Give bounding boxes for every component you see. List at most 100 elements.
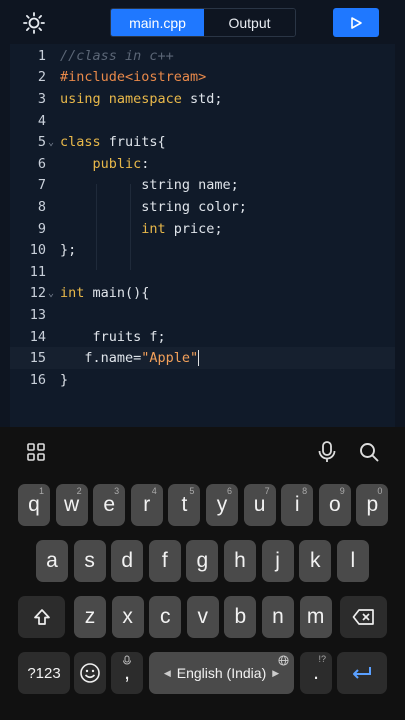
key-label: t	[181, 493, 188, 516]
key-k[interactable]: k	[299, 540, 332, 582]
key-label: a	[46, 549, 58, 572]
code-token: :	[141, 155, 150, 172]
enter-icon	[353, 667, 371, 679]
key-hint: 5	[189, 486, 195, 496]
code-line[interactable]: 7 string name;	[10, 175, 395, 197]
code-line[interactable]: 13	[10, 304, 395, 326]
key-u[interactable]: u7	[243, 484, 276, 526]
code-token: #include	[60, 69, 126, 86]
run-button[interactable]	[333, 8, 379, 37]
enter-key[interactable]	[337, 652, 387, 694]
key-f[interactable]: f	[148, 540, 181, 582]
code-token: };	[60, 242, 77, 259]
key-a[interactable]: a	[36, 540, 68, 582]
shift-key[interactable]	[18, 596, 65, 638]
key-i[interactable]: i8	[281, 484, 314, 526]
key-m[interactable]: m	[299, 596, 332, 638]
code-line[interactable]: 16}	[10, 369, 395, 391]
grid-icon[interactable]	[26, 442, 46, 462]
code-token: class	[60, 134, 109, 151]
top-bar: main.cpp Output	[0, 0, 405, 44]
line-number: 6	[37, 155, 46, 172]
keyboard-toolbar	[0, 427, 405, 477]
key-label: l	[350, 549, 356, 572]
key-x[interactable]: x	[111, 596, 144, 638]
code-line[interactable]: 12 ⌄ int main(){	[10, 283, 395, 305]
code-text: int main(){	[60, 285, 149, 301]
code-line[interactable]: 15 f.name="Apple"	[10, 347, 395, 369]
comma-key[interactable]: ,	[111, 652, 143, 694]
key-v[interactable]: v	[186, 596, 219, 638]
key-hint: 3	[114, 486, 120, 496]
play-icon	[351, 16, 362, 29]
key-h[interactable]: h	[224, 540, 256, 582]
key-b[interactable]: b	[224, 596, 257, 638]
code-line[interactable]: 10};	[10, 239, 395, 261]
code-token: f.name=	[60, 350, 142, 367]
fold-arrow-icon[interactable]: ⌄	[46, 137, 60, 148]
emoji-key[interactable]	[74, 652, 106, 694]
code-token: int	[141, 220, 166, 237]
code-line[interactable]: 6 public:	[10, 153, 395, 175]
code-text: f.name="Apple"	[60, 350, 200, 367]
line-number: 3	[37, 90, 46, 107]
key-e[interactable]: e3	[93, 484, 126, 526]
code-token: std;	[190, 90, 223, 107]
key-w[interactable]: w2	[55, 484, 88, 526]
sun-icon[interactable]	[22, 11, 46, 35]
code-line[interactable]: 4	[10, 110, 395, 132]
code-token: fruits f;	[60, 328, 166, 345]
key-label: h	[234, 549, 246, 572]
key-g[interactable]: g	[186, 540, 219, 582]
code-token: //class in c++	[60, 47, 174, 64]
key-d[interactable]: d	[111, 540, 144, 582]
fold-arrow-icon[interactable]: ⌄	[46, 288, 60, 299]
key-z[interactable]: z	[74, 596, 106, 638]
key-label: i	[294, 493, 300, 516]
key-j[interactable]: j	[261, 540, 294, 582]
code-token: <iostream>	[125, 69, 207, 86]
code-editor[interactable]: 1 //class in c++ 2 #include<iostream> 3 using…	[10, 44, 395, 427]
line-number: 4	[37, 112, 46, 129]
tab-main-cpp[interactable]: main.cpp	[111, 9, 204, 36]
tab-output[interactable]: Output	[204, 9, 295, 36]
code-text: #include<iostream>	[60, 69, 206, 85]
code-line[interactable]: 2 #include<iostream>	[10, 67, 395, 89]
code-line[interactable]: 14 fruits f;	[10, 326, 395, 348]
code-line[interactable]: 1 //class in c++	[10, 45, 395, 67]
search-icon[interactable]	[358, 441, 380, 463]
code-text: int price;	[60, 220, 222, 237]
key-hint: !?	[318, 654, 326, 664]
backspace-key[interactable]	[340, 596, 387, 638]
code-line[interactable]: 8 string color;	[10, 196, 395, 218]
key-l[interactable]: l	[336, 540, 369, 582]
key-label: n	[272, 605, 284, 628]
space-key[interactable]: ◀ English (India) ▶	[149, 652, 294, 694]
key-c[interactable]: c	[149, 596, 182, 638]
symbols-key[interactable]: ?123	[18, 652, 70, 694]
key-label: p	[366, 493, 379, 516]
line-number: 10	[29, 242, 46, 259]
key-n[interactable]: n	[262, 596, 294, 638]
code-line[interactable]: 9 int price;	[10, 218, 395, 240]
code-line[interactable]: 5 ⌄ class fruits{	[10, 131, 395, 153]
code-text: }	[60, 372, 68, 388]
code-line[interactable]: 11	[10, 261, 395, 283]
file-tabs: main.cpp Output	[110, 8, 296, 37]
key-label: k	[309, 549, 321, 572]
key-t[interactable]: t5	[168, 484, 201, 526]
key-s[interactable]: s	[73, 540, 106, 582]
mic-icon[interactable]	[316, 440, 338, 464]
key-y[interactable]: y6	[206, 484, 238, 526]
code-token: using namespace	[60, 90, 191, 107]
period-key[interactable]: .!?	[300, 652, 332, 694]
code-text: using namespace std;	[60, 91, 223, 107]
key-o[interactable]: o9	[318, 484, 351, 526]
code-line[interactable]: 3 using namespace std;	[10, 88, 395, 110]
key-p[interactable]: p0	[356, 484, 389, 526]
code-token: "Apple"	[141, 350, 199, 367]
key-r[interactable]: r4	[130, 484, 163, 526]
key-hint: 4	[151, 486, 157, 496]
key-q[interactable]: q1	[18, 484, 50, 526]
